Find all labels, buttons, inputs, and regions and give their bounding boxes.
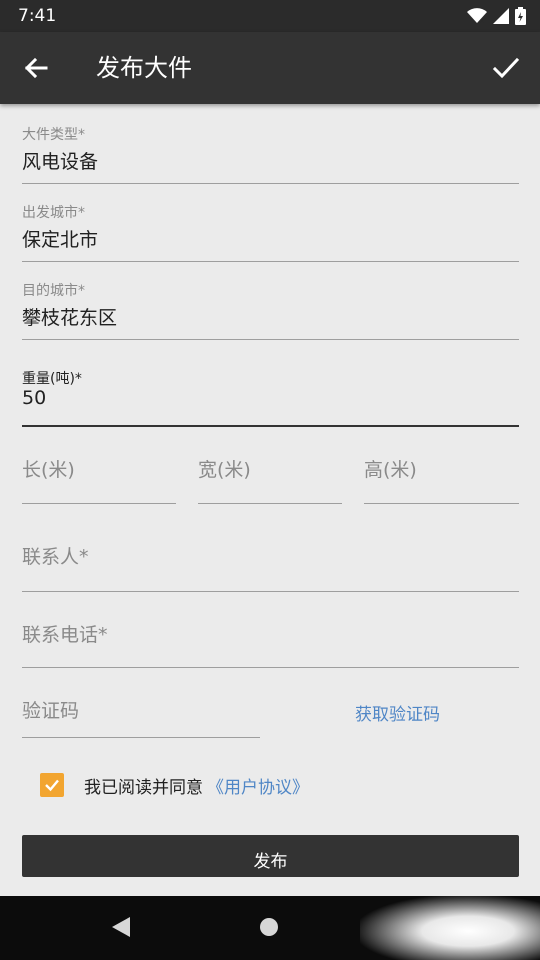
- weight-underline: [22, 425, 519, 427]
- contact-name-input[interactable]: 联系人*: [22, 542, 89, 569]
- status-time: 7:41: [18, 6, 57, 26]
- contact-phone-underline: [22, 667, 519, 668]
- height-input[interactable]: 高(米): [364, 455, 417, 482]
- origin-city-value: 保定北市: [22, 229, 99, 251]
- height-field[interactable]: 高(米): [364, 455, 519, 507]
- nav-back-icon[interactable]: [110, 916, 132, 938]
- width-field[interactable]: 宽(米): [198, 455, 342, 507]
- publish-button[interactable]: 发布: [22, 835, 519, 877]
- page-title: 发布大件: [96, 54, 192, 82]
- origin-city-label: 出发城市*: [22, 205, 85, 221]
- length-field[interactable]: 长(米): [22, 455, 176, 507]
- battery-icon: [515, 7, 526, 25]
- contact-name-field[interactable]: 联系人*: [22, 542, 519, 594]
- cargo-type-field[interactable]: 大件类型* 风电设备: [22, 124, 519, 186]
- cargo-type-label: 大件类型*: [22, 127, 85, 143]
- destination-city-label: 目的城市*: [22, 283, 85, 299]
- weight-label: 重量(吨)*: [22, 371, 82, 387]
- status-icons: x: [467, 6, 526, 26]
- wifi-icon: x: [467, 8, 487, 24]
- navigation-bar: [0, 896, 540, 960]
- verification-code-input[interactable]: 验证码: [22, 696, 79, 723]
- nav-home-icon[interactable]: [260, 918, 278, 936]
- contact-name-underline: [22, 591, 519, 592]
- check-icon[interactable]: [490, 52, 522, 84]
- cargo-type-value: 风电设备: [22, 151, 99, 173]
- weight-input[interactable]: 50: [22, 387, 46, 409]
- width-underline: [198, 503, 342, 504]
- recents-button-glow: [360, 896, 540, 960]
- checkmark-icon: [45, 779, 59, 792]
- origin-city-field[interactable]: 出发城市* 保定北市: [22, 202, 519, 264]
- contact-phone-field[interactable]: 联系电话*: [22, 620, 519, 672]
- agreement-row: 我已阅读并同意 《用户协议》: [40, 772, 309, 798]
- destination-city-value: 攀枝花东区: [22, 307, 118, 329]
- verification-code-field[interactable]: 验证码: [22, 696, 260, 740]
- status-bar: 7:41 x: [0, 0, 540, 32]
- svg-text:x: x: [480, 17, 484, 24]
- length-input[interactable]: 长(米): [22, 455, 75, 482]
- length-underline: [22, 503, 176, 504]
- verification-code-underline: [22, 737, 260, 738]
- origin-city-underline: [22, 261, 519, 262]
- width-input[interactable]: 宽(米): [198, 455, 251, 482]
- cargo-type-underline: [22, 183, 519, 184]
- destination-city-field[interactable]: 目的城市* 攀枝花东区: [22, 280, 519, 342]
- user-agreement-link[interactable]: 《用户协议》: [207, 773, 309, 798]
- agreement-checkbox[interactable]: [40, 773, 64, 797]
- height-underline: [364, 503, 519, 504]
- get-code-button[interactable]: 获取验证码: [355, 700, 440, 725]
- contact-phone-input[interactable]: 联系电话*: [22, 620, 108, 647]
- app-bar: 发布大件: [0, 32, 540, 104]
- weight-field[interactable]: 重量(吨)* 50: [22, 368, 519, 430]
- back-arrow-icon[interactable]: [20, 52, 52, 84]
- signal-icon: [493, 8, 509, 24]
- agreement-text: 我已阅读并同意: [84, 777, 203, 798]
- destination-city-underline: [22, 339, 519, 340]
